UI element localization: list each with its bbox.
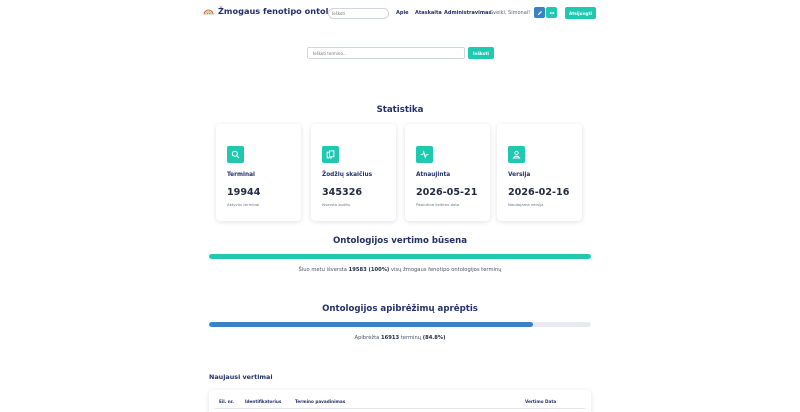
translation-progress-bar bbox=[209, 254, 591, 259]
stat-card-terms: Terminai 19944 Aktyvūs terminai bbox=[216, 124, 301, 221]
summary-text: terminų bbox=[399, 335, 423, 341]
card-icon-box bbox=[227, 146, 244, 163]
term-search-button[interactable]: Ieškoti bbox=[468, 47, 494, 59]
column-header-translation-date[interactable]: Vertimo Data bbox=[525, 399, 556, 404]
definition-coverage-heading: Ontologijos apibrėžimų aprėptis bbox=[322, 304, 478, 314]
stat-caption: Paskutinė keitimo data bbox=[416, 202, 460, 207]
stat-value: 19944 bbox=[227, 187, 261, 198]
card-icon-box bbox=[322, 146, 339, 163]
stat-value: 345326 bbox=[322, 187, 363, 198]
stat-label: Atnaujinta bbox=[416, 172, 451, 178]
nav-link-administravimas[interactable]: Administravimas bbox=[444, 10, 491, 16]
edit-button[interactable] bbox=[534, 7, 545, 18]
top-navbar: Žmogaus fenotipo ontologija Apie Ataskai… bbox=[0, 0, 800, 28]
stat-value: 2026-05-21 bbox=[416, 187, 478, 198]
table-header-divider bbox=[215, 408, 585, 409]
defined-count: 16913 bbox=[381, 335, 400, 341]
translation-status-heading: Ontologijos vertimo būsena bbox=[332, 236, 468, 246]
stat-value: 2026-02-16 bbox=[508, 187, 570, 198]
defined-percent: (84.8%) bbox=[422, 335, 446, 341]
stat-label: Žodžių skaičius bbox=[322, 172, 373, 178]
search-icon bbox=[231, 150, 240, 159]
stat-caption: Aktyvūs terminai bbox=[227, 202, 260, 207]
nav-link-apie[interactable]: Apie bbox=[396, 10, 409, 16]
summary-text: Šiuo metu išversta bbox=[298, 267, 349, 273]
stat-caption: Naudojama versija bbox=[508, 202, 544, 207]
summary-text: visų žmogaus fenotipo ontologijos termin… bbox=[389, 267, 502, 273]
translation-summary: Šiuo metu išversta 19583 (100%) visų žmo… bbox=[0, 267, 800, 273]
stat-card-version: Versija 2026-02-16 Naudojama versija bbox=[497, 124, 582, 221]
summary-text: Apibrėžta bbox=[354, 335, 382, 341]
card-icon-box bbox=[416, 146, 433, 163]
card-icon-box bbox=[508, 146, 525, 163]
user-icon bbox=[512, 150, 521, 159]
logout-button[interactable]: Atsijungti bbox=[565, 7, 596, 19]
nav-link-ataskaita[interactable]: Ataskaita bbox=[415, 10, 442, 16]
recent-translations-table: Eil. nr. Identifikatorius Termino pavadi… bbox=[209, 390, 591, 412]
column-header-number[interactable]: Eil. nr. bbox=[219, 399, 234, 404]
definition-summary: Apibrėžta 16913 terminų (84.8%) bbox=[0, 335, 800, 341]
definition-progress-fill bbox=[209, 322, 533, 327]
translation-progress-fill bbox=[209, 254, 591, 259]
stat-card-updated: Atnaujinta 2026-05-21 Paskutinė keitimo … bbox=[405, 124, 490, 221]
recent-translations-heading: Naujausi vertimai bbox=[209, 373, 273, 381]
pencil-icon bbox=[537, 10, 542, 15]
eye-icon bbox=[548, 11, 555, 14]
rainbow-logo-icon bbox=[203, 9, 214, 15]
statistics-heading: Statistika bbox=[376, 105, 424, 115]
column-header-term-name[interactable]: Termino pavadinimas bbox=[295, 399, 345, 404]
stat-label: Terminai bbox=[227, 172, 256, 178]
term-search-input[interactable] bbox=[307, 47, 465, 59]
view-button[interactable] bbox=[546, 7, 557, 18]
column-header-identifier[interactable]: Identifikatorius bbox=[245, 399, 281, 404]
activity-icon bbox=[420, 150, 429, 159]
user-greeting: Sveiki, Simonai! bbox=[490, 10, 531, 16]
definition-progress-bar bbox=[209, 322, 591, 327]
translated-count: 19583 (100%) bbox=[348, 267, 390, 273]
header-search-input[interactable] bbox=[328, 8, 389, 19]
documents-icon bbox=[326, 150, 335, 159]
stat-label: Versija bbox=[508, 172, 531, 178]
stat-card-words: Žodžių skaičius 345326 Išversta žodžių bbox=[311, 124, 396, 221]
stat-caption: Išversta žodžių bbox=[322, 202, 351, 207]
